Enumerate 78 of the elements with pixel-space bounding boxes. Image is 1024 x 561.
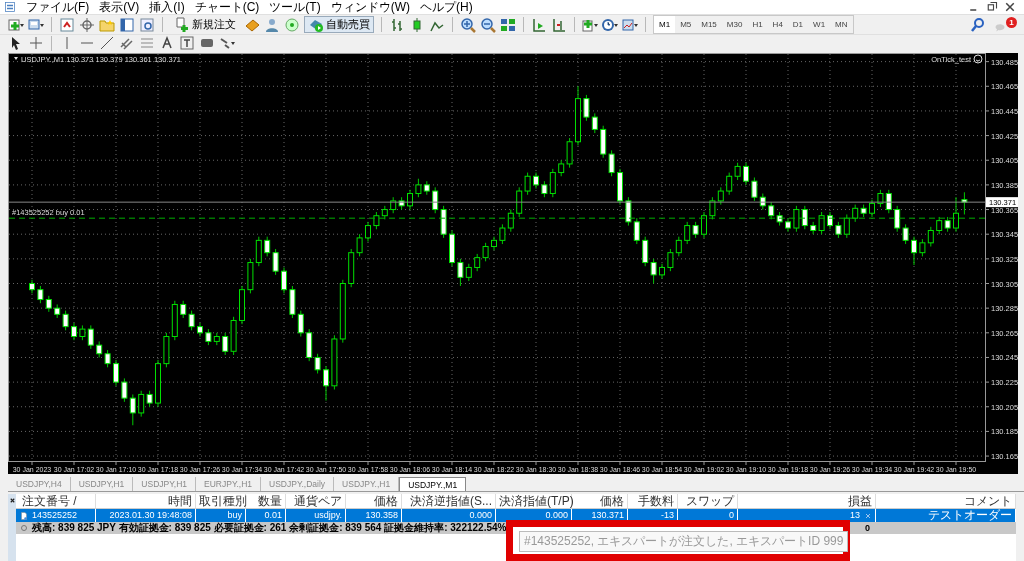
candle-body (71, 326, 77, 337)
notification-badge: 1 (1006, 16, 1017, 28)
menu-item[interactable]: ファイル(F) (26, 0, 90, 14)
person-icon[interactable] (264, 16, 280, 33)
new-chart-icon[interactable] (8, 16, 24, 33)
timeframe-button[interactable]: M30 (721, 16, 748, 33)
balance-summary: 残高: 839 825 JPY 有効証拠金: 839 825 必要証拠金: 261 余剰証拠金: 839 564 証拠金維持率: 322122.54% (32, 522, 507, 534)
candle-body (659, 267, 665, 276)
candle-body (113, 363, 119, 383)
crosshair-icon[interactable] (79, 16, 95, 33)
candle-body (155, 363, 161, 404)
menu-item[interactable]: チャート(C) (194, 0, 260, 14)
table-cell: テストオーダー (876, 509, 1016, 522)
menu-item[interactable]: ヘルプ(H) (420, 0, 473, 14)
tile-windows-icon[interactable] (500, 16, 516, 33)
candle-body (743, 165, 749, 182)
zoom-in-icon[interactable] (460, 16, 476, 33)
chart-shift-icon[interactable] (551, 16, 567, 33)
table-cell: 143525252 (16, 509, 96, 522)
bar-chart-icon[interactable] (389, 16, 405, 33)
menu-item[interactable]: 挿入(I) (149, 0, 185, 14)
candle-body (323, 369, 329, 387)
tooltip: #143525252, エキスパートが注文した, エキスパートID 999 (519, 531, 849, 552)
candle-body (281, 270, 287, 291)
table-cell: 0.01 (246, 509, 286, 522)
app-icon[interactable] (4, 1, 16, 13)
clock-icon[interactable] (602, 16, 618, 33)
candle-body (449, 233, 455, 264)
autoscroll-icon[interactable] (531, 16, 547, 33)
label-icon[interactable] (179, 35, 195, 51)
table-cell: 130.358 (346, 509, 402, 522)
timeframe-button[interactable]: W1 (808, 16, 831, 33)
table-cell: 0.000 (402, 509, 496, 522)
timeframe-button[interactable]: M1 (654, 16, 676, 33)
candle-body (491, 239, 497, 247)
auto-trading-button[interactable]: 自動売買 (304, 16, 374, 33)
candle-body (617, 172, 623, 202)
timeframe-button[interactable]: H4 (767, 16, 788, 33)
collapse-icon (14, 57, 18, 60)
timeframe-button[interactable]: M15 (696, 16, 722, 33)
timeframe-button[interactable]: D1 (787, 16, 809, 33)
menu-item[interactable]: 表示(V) (99, 0, 140, 14)
close-icon[interactable] (1004, 1, 1016, 13)
channel-icon[interactable] (119, 35, 135, 51)
trend-line-icon[interactable] (99, 35, 115, 51)
text-icon[interactable] (159, 35, 175, 51)
candle-body (365, 225, 371, 239)
candle-body (961, 199, 968, 203)
candle-body (869, 202, 875, 214)
candle-body (827, 215, 833, 227)
close-icon[interactable] (8, 497, 16, 504)
chart-tab[interactable]: USDJPY.,M1 (399, 477, 467, 491)
candle-body (575, 98, 581, 143)
search-icon[interactable] (970, 16, 986, 33)
menu-item[interactable]: ウィンドウ(W) (330, 0, 410, 14)
template-icon[interactable] (622, 16, 638, 33)
zoom-out-icon[interactable] (480, 16, 496, 33)
table-cell: 2023.01.30 19:48:08 (96, 509, 196, 522)
table-cell: usdjpy. (286, 509, 346, 522)
smiley-icon (973, 54, 983, 64)
arrows-icon[interactable] (219, 35, 235, 51)
menu-item[interactable]: ツール(T) (269, 0, 321, 14)
new-order-button[interactable]: 新規注文 (170, 16, 240, 33)
table-cell: buy (196, 509, 246, 522)
candle-body (239, 289, 245, 321)
timeframe-button[interactable]: M5 (675, 16, 697, 33)
candle-body (533, 175, 539, 186)
candle-body (29, 283, 35, 291)
restore-icon[interactable] (986, 1, 998, 13)
candle-body (407, 193, 413, 207)
document-icon[interactable] (20, 511, 28, 520)
candle-body (953, 212, 959, 229)
timeframe-button[interactable]: H1 (747, 16, 768, 33)
candle-body (911, 239, 917, 254)
candle-body (701, 215, 707, 235)
table-cell-text: 0 (864, 522, 871, 534)
profiles-icon[interactable] (28, 16, 44, 33)
timeframe-button[interactable]: MN (830, 16, 853, 33)
